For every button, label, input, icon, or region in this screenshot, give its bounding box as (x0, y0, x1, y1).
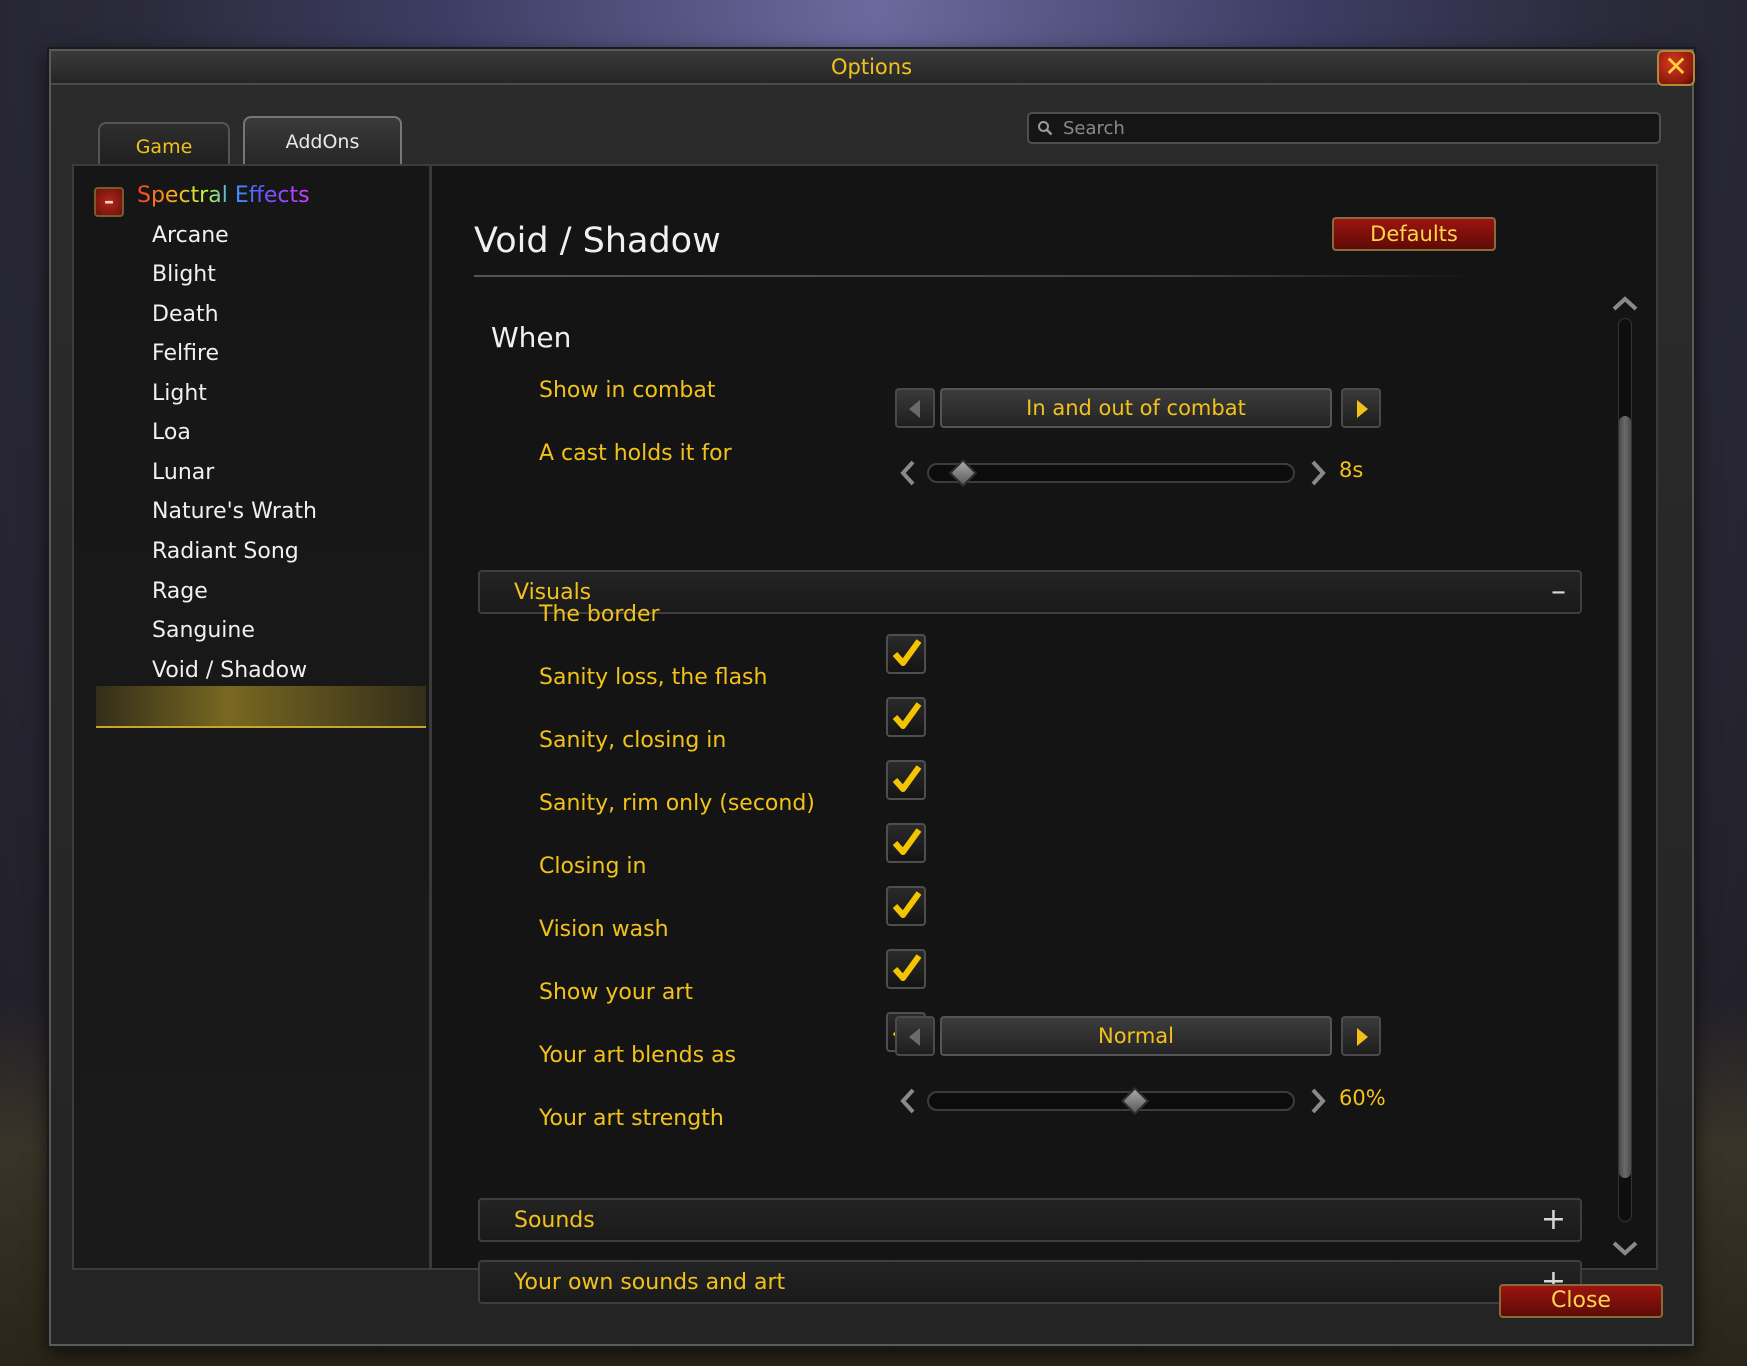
sidebar-item-arcane[interactable]: Arcane (152, 223, 229, 248)
cast-holds-slider[interactable] (927, 458, 1295, 488)
close-window-button[interactable]: ✕ (1657, 50, 1695, 86)
sidebar-item-lunar[interactable]: Lunar (152, 460, 214, 485)
window-title: Options (830, 55, 913, 79)
scroll-down-icon[interactable] (1611, 1238, 1639, 1258)
tab-addons[interactable]: AddOns (243, 116, 402, 170)
sidebar-item-death[interactable]: Death (152, 302, 219, 327)
art-strength-slider[interactable] (927, 1086, 1295, 1116)
search-icon (1038, 121, 1053, 136)
sounds-header[interactable]: Sounds + (478, 1198, 1582, 1242)
cast-holds-decrease-icon[interactable] (898, 459, 918, 487)
settings-panel: Void / Shadow Defaults When Show in comb… (435, 166, 1656, 1304)
checkmark-icon (892, 828, 922, 855)
scrollbar-thumb[interactable] (1619, 416, 1631, 1178)
tab-game[interactable]: Game (98, 122, 230, 170)
art-strength-slider-thumb[interactable] (1120, 1086, 1150, 1116)
sanity-loss-flash-label: Sanity loss, the flash (539, 665, 768, 690)
sidebar-item-radiant-song[interactable]: Radiant Song (152, 539, 299, 564)
sanity-closing-in-checkbox[interactable] (886, 760, 926, 800)
sidebar-item-rage[interactable]: Rage (152, 579, 208, 604)
art-strength-label: Your art strength (539, 1106, 724, 1131)
art-blend-next-button[interactable] (1341, 1016, 1381, 1056)
own-sounds-art-header[interactable]: Your own sounds and art + (478, 1260, 1582, 1304)
cast-holds-value: 8s (1339, 458, 1364, 482)
show-in-combat-label: Show in combat (539, 378, 716, 403)
checkmark-icon (892, 891, 922, 918)
show-in-combat-prev-button[interactable] (895, 388, 935, 428)
art-strength-value: 60% (1339, 1086, 1386, 1110)
sounds-header-label: Sounds (514, 1208, 595, 1233)
selected-highlight (96, 686, 426, 728)
visuals-collapse-icon[interactable]: – (1551, 574, 1566, 609)
closing-in-label: Closing in (539, 854, 647, 879)
checkmark-icon (892, 639, 922, 666)
collapse-addon-button[interactable]: – (94, 187, 124, 217)
title-bar[interactable]: Options (51, 51, 1692, 85)
sanity-rim-only-checkbox[interactable] (886, 823, 926, 863)
sidebar: – Spectral Effects Arcane Blight Death F… (74, 166, 432, 1268)
sounds-expand-icon[interactable]: + (1541, 1202, 1566, 1237)
vision-wash-label: Vision wash (539, 917, 669, 942)
own-sounds-art-header-label: Your own sounds and art (514, 1270, 786, 1295)
sanity-rim-only-label: Sanity, rim only (second) (539, 791, 815, 816)
the-border-label: The border (539, 602, 660, 627)
sidebar-item-felfire[interactable]: Felfire (152, 341, 219, 366)
defaults-button[interactable]: Defaults (1332, 217, 1496, 251)
cast-holds-label: A cast holds it for (539, 441, 732, 466)
page-title: Void / Shadow (474, 221, 721, 261)
show-your-art-label: Show your art (539, 980, 693, 1005)
art-strength-decrease-icon[interactable] (898, 1087, 918, 1115)
the-border-checkbox[interactable] (886, 634, 926, 674)
section-heading-when: When (491, 321, 572, 354)
sidebar-item-void-shadow[interactable]: Void / Shadow (152, 658, 307, 683)
checkmark-icon (892, 954, 922, 981)
sidebar-item-natures-wrath[interactable]: Nature's Wrath (152, 499, 317, 524)
sanity-closing-in-label: Sanity, closing in (539, 728, 727, 753)
close-button[interactable]: Close (1499, 1284, 1663, 1318)
options-window: Options ✕ Game AddOns – Spectral Effects… (49, 49, 1695, 1346)
sanity-loss-flash-checkbox[interactable] (886, 697, 926, 737)
show-in-combat-dropdown[interactable]: In and out of combat (940, 388, 1332, 428)
closing-in-checkbox[interactable] (886, 886, 926, 926)
cast-holds-slider-thumb[interactable] (948, 458, 978, 488)
sidebar-item-loa[interactable]: Loa (152, 420, 191, 445)
checkmark-icon (892, 702, 922, 729)
art-blend-dropdown[interactable]: Normal (940, 1016, 1332, 1056)
addon-category-title[interactable]: Spectral Effects (137, 183, 310, 208)
title-divider (474, 275, 1474, 277)
search-input[interactable] (1063, 116, 1653, 140)
checkmark-icon (892, 765, 922, 792)
sidebar-item-light[interactable]: Light (152, 381, 207, 406)
art-blend-label: Your art blends as (539, 1043, 737, 1068)
search-box[interactable] (1027, 112, 1661, 144)
sidebar-item-blight[interactable]: Blight (152, 262, 216, 287)
sidebar-item-sanguine[interactable]: Sanguine (152, 618, 255, 643)
vision-wash-checkbox[interactable] (886, 949, 926, 989)
show-in-combat-next-button[interactable] (1341, 388, 1381, 428)
scroll-up-icon[interactable] (1611, 294, 1639, 314)
options-frame: – Spectral Effects Arcane Blight Death F… (72, 164, 1658, 1304)
cast-holds-increase-icon[interactable] (1308, 459, 1328, 487)
art-strength-increase-icon[interactable] (1308, 1087, 1328, 1115)
art-blend-prev-button[interactable] (895, 1016, 935, 1056)
